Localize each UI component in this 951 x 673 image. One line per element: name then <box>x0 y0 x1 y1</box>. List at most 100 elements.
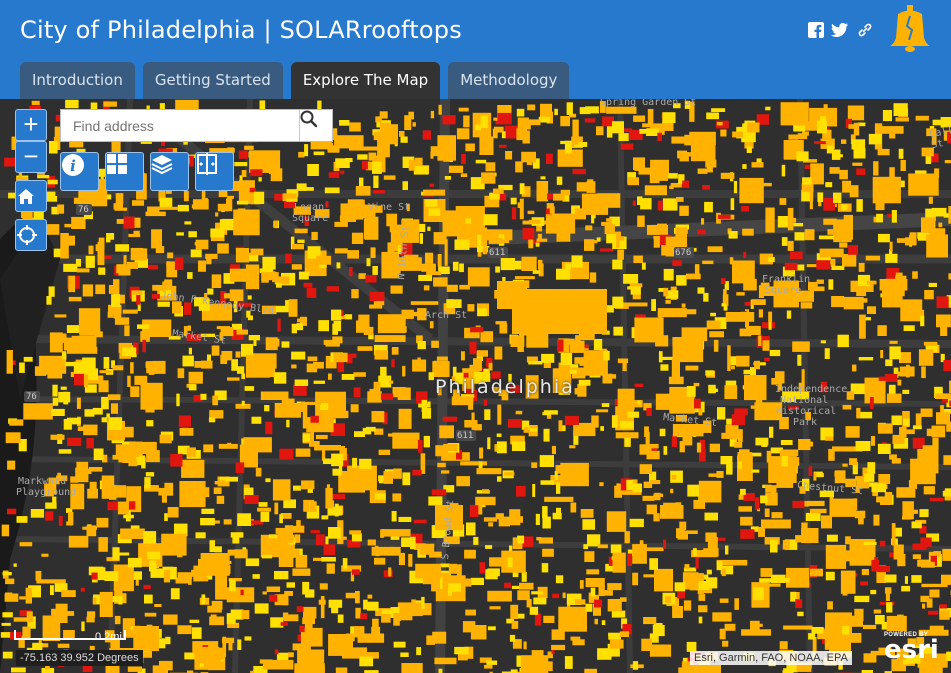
info-button[interactable]: i <box>60 152 99 191</box>
rooftop-footprint <box>577 384 587 397</box>
rooftop-footprint <box>143 531 157 544</box>
zoom-out-button[interactable]: − <box>15 141 47 173</box>
tab-getting-started[interactable]: Getting Started <box>142 62 283 99</box>
rooftop-footprint <box>326 563 335 574</box>
rooftop-footprint <box>841 204 848 211</box>
rooftop-footprint <box>554 471 558 480</box>
rooftop-footprint <box>619 631 629 637</box>
rooftop-footprint <box>889 620 899 629</box>
locate-button[interactable] <box>15 219 47 251</box>
rooftop-footprint <box>145 472 155 477</box>
rooftop-footprint <box>134 248 148 261</box>
search-input[interactable] <box>61 110 299 141</box>
rooftop-footprint <box>940 405 944 416</box>
rooftop-footprint <box>310 415 319 423</box>
rooftop-footprint <box>821 515 832 529</box>
rooftop-footprint <box>408 111 414 120</box>
twitter-icon[interactable] <box>831 22 849 40</box>
esri-logo[interactable]: POWERED BY esri <box>884 632 939 663</box>
basemap-gallery-button[interactable] <box>105 152 144 191</box>
rooftop-footprint <box>870 589 877 595</box>
rooftop-footprint <box>460 461 487 466</box>
tab-methodology[interactable]: Methodology <box>448 62 570 99</box>
swipe-button[interactable] <box>195 152 234 191</box>
rooftop-footprint <box>198 260 206 272</box>
rooftop-footprint <box>633 255 643 263</box>
rooftop-footprint <box>417 440 423 453</box>
rooftop-footprint <box>734 598 739 610</box>
rooftop-footprint <box>731 414 746 426</box>
rooftop-footprint <box>671 136 685 144</box>
rooftop-footprint <box>847 105 865 121</box>
facebook-icon[interactable] <box>808 22 826 40</box>
rooftop-footprint <box>187 272 193 279</box>
rooftop-footprint <box>276 305 289 313</box>
rooftop-footprint <box>733 180 738 194</box>
rooftop-footprint <box>333 352 348 363</box>
rooftop-footprint <box>241 610 250 620</box>
rooftop-footprint <box>857 552 861 557</box>
rooftop-footprint <box>710 312 716 317</box>
rooftop-footprint <box>509 509 521 526</box>
map-label: Independence <box>775 384 848 395</box>
rooftop-footprint <box>885 253 898 263</box>
rooftop-footprint <box>564 263 571 270</box>
rooftop-footprint <box>236 200 249 205</box>
rooftop-footprint <box>510 669 518 673</box>
rooftop-footprint <box>786 310 792 319</box>
rooftop-footprint <box>460 173 468 177</box>
rooftop-footprint <box>441 470 450 474</box>
map-view[interactable]: Logan Square Vine St N 16th St Arch St J… <box>0 99 951 673</box>
rooftop-footprint <box>233 209 260 236</box>
link-icon[interactable] <box>857 22 875 40</box>
layers-button[interactable] <box>150 152 189 191</box>
home-button[interactable] <box>15 180 47 212</box>
rooftop-footprint <box>176 232 184 236</box>
rooftop-footprint <box>431 578 440 592</box>
zoom-in-button[interactable]: + <box>15 109 47 141</box>
rooftop-footprint <box>176 393 180 407</box>
rooftop-footprint <box>707 246 723 253</box>
rooftop-footprint <box>709 443 720 453</box>
rooftop-footprint <box>852 364 857 372</box>
rooftop-footprint <box>68 296 82 302</box>
rooftop-footprint <box>908 480 918 489</box>
rooftop-footprint <box>352 457 358 468</box>
rooftop-footprint <box>875 615 885 625</box>
rooftop-footprint <box>823 104 828 110</box>
rooftop-footprint <box>350 404 359 413</box>
rooftop-footprint <box>374 350 389 360</box>
rooftop-footprint <box>511 441 526 451</box>
rooftop-footprint <box>270 168 283 182</box>
search-button[interactable] <box>299 110 332 141</box>
route-76-shield: 76 <box>26 392 37 402</box>
rooftop-footprint <box>712 612 732 622</box>
rooftop-footprint <box>51 408 65 416</box>
rooftop-footprint <box>355 591 360 604</box>
rooftop-footprint <box>737 452 753 456</box>
rooftop-footprint <box>895 117 909 122</box>
rooftop-footprint <box>163 570 171 583</box>
rooftop-footprint <box>646 504 657 515</box>
rooftop-footprint <box>283 499 296 509</box>
rooftop-footprint <box>833 192 842 204</box>
rooftop-footprint <box>740 516 753 526</box>
rooftop-footprint <box>320 403 329 411</box>
rooftop-footprint <box>579 362 594 366</box>
tab-explore-the-map[interactable]: Explore The Map <box>290 62 441 99</box>
rooftop-footprint <box>331 309 342 321</box>
rooftop-footprint <box>869 482 878 487</box>
rooftop-footprint <box>510 197 517 205</box>
rooftop-footprint <box>743 252 747 258</box>
rooftop-footprint <box>544 496 574 502</box>
rooftop-footprint <box>108 417 123 430</box>
rooftop-footprint <box>255 467 262 477</box>
rooftop-footprint <box>742 228 754 236</box>
rooftop-footprint <box>789 251 803 260</box>
rooftop-footprint <box>447 591 452 596</box>
rooftop-footprint <box>87 611 96 618</box>
tab-introduction[interactable]: Introduction <box>20 62 135 99</box>
rooftop-footprint <box>683 600 692 611</box>
rooftop-footprint <box>442 115 456 125</box>
map-attribution[interactable]: Esri, Garmin, FAO, NOAA, EPA <box>690 651 852 665</box>
